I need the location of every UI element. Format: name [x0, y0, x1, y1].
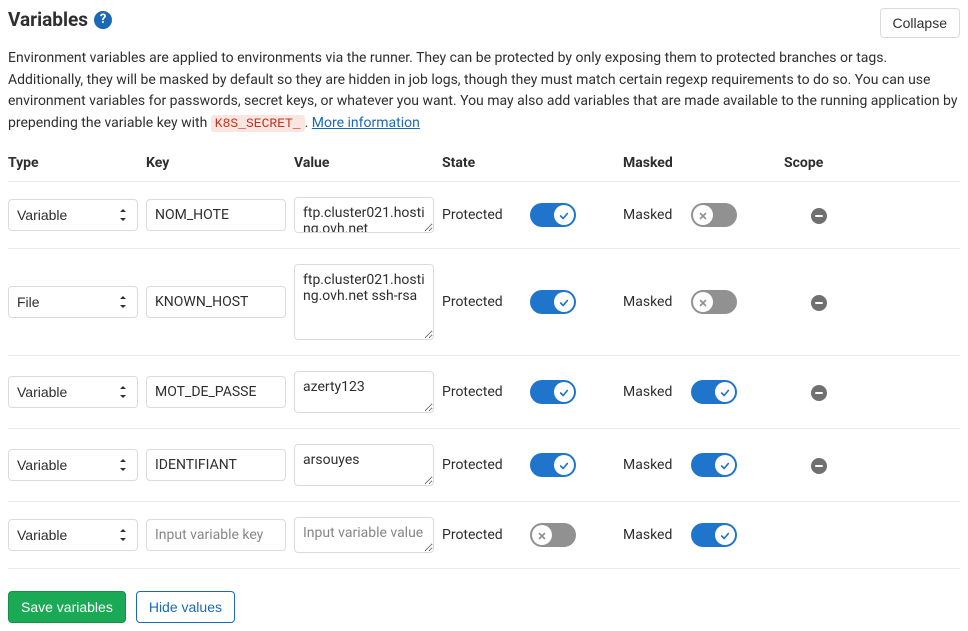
type-select[interactable]: VariableFile — [8, 286, 138, 318]
protected-toggle[interactable] — [530, 523, 576, 547]
value-input[interactable]: azerty123 — [294, 371, 434, 413]
col-key: Key — [146, 155, 286, 171]
hide-values-button[interactable]: Hide values — [136, 591, 235, 623]
key-input[interactable] — [146, 376, 286, 408]
title-text: Variables — [8, 8, 88, 31]
col-scope: Scope — [784, 155, 854, 171]
key-input[interactable] — [146, 286, 286, 318]
key-input[interactable] — [146, 519, 286, 551]
value-input[interactable]: ftp.cluster021.hosting.ovh.net ssh-rsa — [294, 264, 434, 340]
col-state: State — [442, 155, 522, 171]
variable-row: VariableFile ftp.cluster021.hosting.ovh.n… — [8, 181, 960, 249]
remove-button[interactable] — [811, 458, 827, 474]
masked-toggle[interactable] — [691, 453, 737, 477]
masked-label: Masked — [623, 384, 683, 400]
value-input[interactable]: arsouyes — [294, 444, 434, 486]
masked-toggle[interactable] — [691, 380, 737, 404]
protected-toggle[interactable] — [530, 380, 576, 404]
variable-row: VariableFile azerty123 Protected Masked — [8, 356, 960, 429]
variable-row: VariableFile ftp.cluster021.hosting.ovh.n… — [8, 249, 960, 356]
masked-toggle[interactable] — [691, 203, 737, 227]
state-label: Protected — [442, 457, 522, 473]
section-title: Variables ? — [8, 8, 112, 31]
variable-row: VariableFile arsouyes Protected Masked — [8, 429, 960, 502]
masked-toggle[interactable] — [691, 523, 737, 547]
state-label: Protected — [442, 294, 522, 310]
save-variables-button[interactable]: Save variables — [8, 591, 126, 623]
col-type: Type — [8, 155, 138, 171]
masked-label: Masked — [623, 527, 683, 543]
value-input[interactable]: ftp.cluster021.hosting.ovh.net — [294, 197, 434, 233]
description-text: Environment variables are applied to env… — [8, 48, 960, 135]
type-select[interactable]: VariableFile — [8, 449, 138, 481]
remove-button[interactable] — [811, 385, 827, 401]
help-icon[interactable]: ? — [94, 11, 112, 29]
more-information-link[interactable]: More information — [312, 115, 420, 131]
masked-label: Masked — [623, 457, 683, 473]
collapse-button[interactable]: Collapse — [880, 8, 960, 38]
protected-toggle[interactable] — [530, 453, 576, 477]
key-input[interactable] — [146, 199, 286, 231]
code-secret-prefix: K8S_SECRET_ — [211, 115, 305, 132]
remove-button[interactable] — [811, 208, 827, 224]
state-label: Protected — [442, 384, 522, 400]
protected-toggle[interactable] — [530, 203, 576, 227]
variable-row: VariableFile Protected Masked — [8, 502, 960, 569]
col-value: Value — [294, 155, 434, 171]
key-input[interactable] — [146, 449, 286, 481]
protected-toggle[interactable] — [530, 290, 576, 314]
type-select[interactable]: VariableFile — [8, 519, 138, 551]
state-label: Protected — [442, 207, 522, 223]
actions-bar: Save variables Hide values — [8, 569, 960, 623]
value-input[interactable] — [294, 517, 434, 553]
masked-toggle[interactable] — [691, 290, 737, 314]
masked-label: Masked — [623, 207, 683, 223]
table-header: Type Key Value State Masked Scope — [8, 151, 960, 181]
state-label: Protected — [442, 527, 522, 543]
remove-button[interactable] — [811, 295, 827, 311]
type-select[interactable]: VariableFile — [8, 199, 138, 231]
type-select[interactable]: VariableFile — [8, 376, 138, 408]
masked-label: Masked — [623, 294, 683, 310]
col-masked: Masked — [623, 155, 683, 171]
